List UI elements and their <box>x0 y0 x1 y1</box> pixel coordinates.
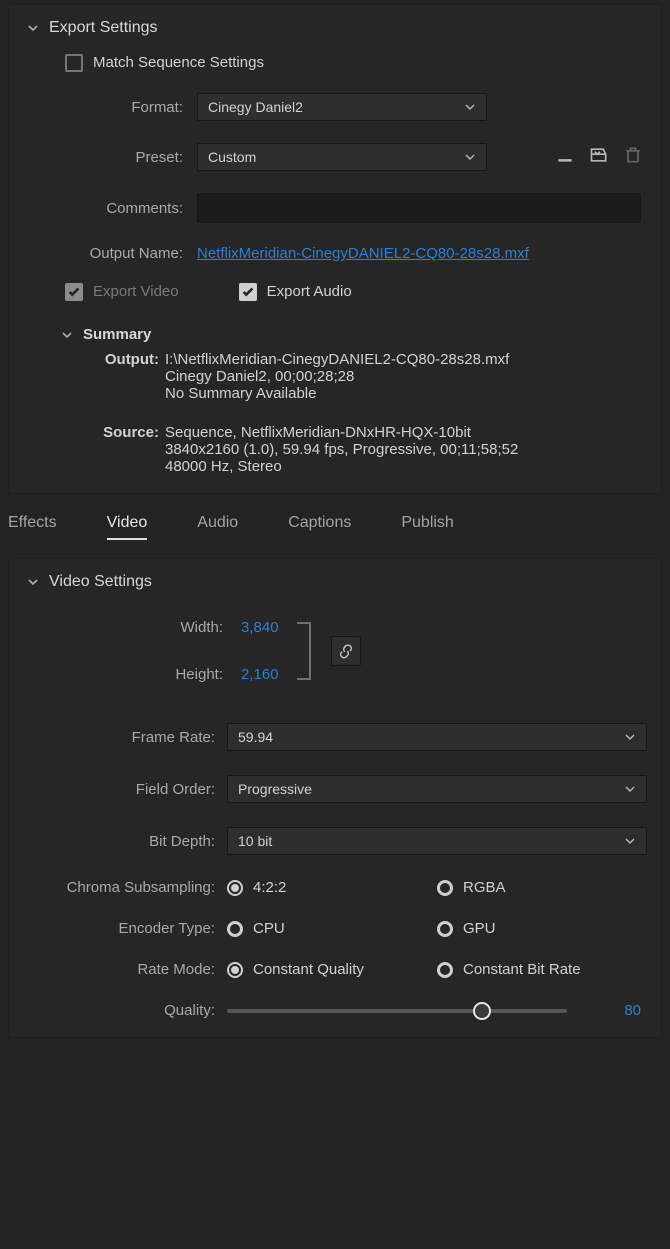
tab-video[interactable]: Video <box>107 514 148 540</box>
encoder-cpu-label: CPU <box>253 920 285 937</box>
output-name-label: Output Name: <box>27 245 197 262</box>
export-settings-panel: Export Settings Match Sequence Settings … <box>8 4 662 494</box>
link-dimensions-button[interactable] <box>331 636 361 666</box>
encoder-gpu-radio[interactable] <box>437 921 453 937</box>
collapse-chevron-icon <box>27 576 39 588</box>
delete-preset-icon[interactable] <box>623 145 643 169</box>
link-brace-icon <box>297 622 313 680</box>
encoder-gpu-label: GPU <box>463 920 496 937</box>
width-value[interactable]: 3,840 <box>241 619 279 636</box>
summary-output-value: I:\NetflixMeridian-CinegyDANIEL2-CQ80-28… <box>165 351 643 402</box>
summary-source-key: Source: <box>95 424 159 475</box>
summary-title: Summary <box>83 326 151 343</box>
comments-input[interactable] <box>197 193 641 223</box>
frame-rate-value: 59.94 <box>238 729 273 745</box>
quality-label: Quality: <box>27 1002 227 1019</box>
width-label: Width: <box>180 619 223 636</box>
chevron-down-icon <box>624 783 636 795</box>
export-video-row: Export Video <box>65 282 179 300</box>
encoder-cpu-radio[interactable] <box>227 921 243 937</box>
summary-header[interactable]: Summary <box>61 326 643 343</box>
rate-constant-quality-label: Constant Quality <box>253 961 364 978</box>
export-settings-title: Export Settings <box>49 19 158 37</box>
chroma-rgba-label: RGBA <box>463 879 506 896</box>
chevron-down-icon <box>464 101 476 113</box>
match-sequence-label: Match Sequence Settings <box>93 54 264 71</box>
match-sequence-checkbox[interactable] <box>65 54 83 72</box>
export-audio-checkbox[interactable] <box>239 283 257 301</box>
quality-slider-thumb[interactable] <box>473 1002 491 1020</box>
bit-depth-select[interactable]: 10 bit <box>227 827 647 855</box>
tab-bar: Effects Video Audio Captions Publish <box>8 494 662 550</box>
rate-constant-bitrate-radio[interactable] <box>437 962 453 978</box>
export-video-label: Export Video <box>93 283 179 300</box>
chroma-422-radio[interactable] <box>227 880 243 896</box>
chevron-down-icon <box>624 731 636 743</box>
video-settings-header[interactable]: Video Settings <box>27 573 643 591</box>
export-settings-header[interactable]: Export Settings <box>27 19 643 37</box>
collapse-chevron-icon <box>61 329 73 341</box>
video-settings-title: Video Settings <box>49 573 152 591</box>
quality-slider[interactable] <box>227 1009 567 1013</box>
encoder-label: Encoder Type: <box>27 920 227 937</box>
preset-select[interactable]: Custom <box>197 143 487 171</box>
import-preset-icon[interactable] <box>589 145 609 169</box>
height-label: Height: <box>175 666 223 683</box>
bit-depth-value: 10 bit <box>238 833 272 849</box>
tab-audio[interactable]: Audio <box>197 514 238 540</box>
field-order-value: Progressive <box>238 781 312 797</box>
chroma-label: Chroma Subsampling: <box>27 879 227 896</box>
frame-rate-select[interactable]: 59.94 <box>227 723 647 751</box>
video-settings-panel: Video Settings Width: Height: 3,840 2,16… <box>8 558 662 1038</box>
height-value[interactable]: 2,160 <box>241 666 279 683</box>
comments-label: Comments: <box>27 200 197 217</box>
preset-label: Preset: <box>27 149 197 166</box>
chevron-down-icon <box>624 835 636 847</box>
export-audio-row: Export Audio <box>239 282 352 300</box>
field-order-select[interactable]: Progressive <box>227 775 647 803</box>
rate-constant-quality-radio[interactable] <box>227 962 243 978</box>
rate-constant-bitrate-label: Constant Bit Rate <box>463 961 581 978</box>
tab-publish[interactable]: Publish <box>401 514 453 540</box>
summary-section: Summary Output: I:\NetflixMeridian-Cineg… <box>61 326 643 475</box>
format-select[interactable]: Cinegy Daniel2 <box>197 93 487 121</box>
collapse-chevron-icon <box>27 22 39 34</box>
format-label: Format: <box>27 99 197 116</box>
rate-mode-label: Rate Mode: <box>27 961 227 978</box>
export-video-checkbox <box>65 283 83 301</box>
quality-value[interactable]: 80 <box>624 1002 641 1019</box>
format-value: Cinegy Daniel2 <box>208 99 303 115</box>
field-order-label: Field Order: <box>27 781 227 798</box>
tab-captions[interactable]: Captions <box>288 514 351 540</box>
export-audio-label: Export Audio <box>267 283 352 300</box>
tab-effects[interactable]: Effects <box>8 514 57 540</box>
chroma-422-label: 4:2:2 <box>253 879 286 896</box>
summary-output-key: Output: <box>95 351 159 402</box>
preset-value: Custom <box>208 149 256 165</box>
chroma-rgba-radio[interactable] <box>437 880 453 896</box>
chevron-down-icon <box>464 151 476 163</box>
frame-rate-label: Frame Rate: <box>27 729 227 746</box>
summary-source-value: Sequence, NetflixMeridian-DNxHR-HQX-10bi… <box>165 424 643 475</box>
save-preset-icon[interactable] <box>555 145 575 169</box>
bit-depth-label: Bit Depth: <box>27 833 227 850</box>
output-name-link[interactable]: NetflixMeridian-CinegyDANIEL2-CQ80-28s28… <box>197 245 529 262</box>
